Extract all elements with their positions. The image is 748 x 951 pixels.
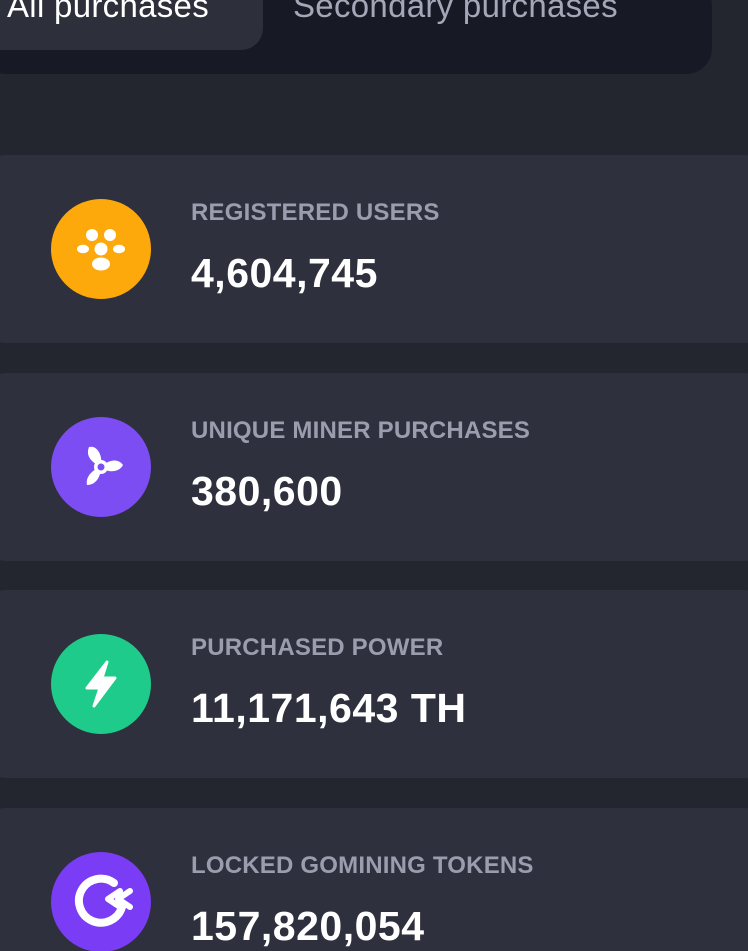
stat-label: PURCHASED POWER <box>191 634 444 661</box>
stat-value: 4,604,745 <box>191 250 378 296</box>
stat-value: 11,171,643 TH <box>191 685 467 731</box>
stat-value: 157,820,054 <box>191 903 425 949</box>
lightning-icon <box>51 634 151 734</box>
users-icon <box>51 199 151 299</box>
tab-secondary-purchases[interactable]: Secondary purchases <box>293 0 618 50</box>
tab-secondary-purchases-label: Secondary purchases <box>293 0 618 24</box>
purchases-tabbar: All purchases Secondary purchases <box>0 0 712 74</box>
tab-all-purchases-label: All purchases <box>7 0 209 24</box>
stats-page: All purchases Secondary purchases REGIST… <box>0 0 748 951</box>
stat-card-purchased-power: PURCHASED POWER 11,171,643 TH <box>0 590 748 778</box>
stat-value: 380,600 <box>191 468 343 514</box>
stat-label: REGISTERED USERS <box>191 199 440 226</box>
stat-label: LOCKED GOMINING TOKENS <box>191 852 534 879</box>
stat-label: UNIQUE MINER PURCHASES <box>191 417 531 444</box>
fan-icon <box>51 417 151 517</box>
gomining-logo-icon <box>51 852 151 951</box>
stat-card-locked-gomining-tokens: LOCKED GOMINING TOKENS 157,820,054 <box>0 808 748 951</box>
tab-all-purchases[interactable]: All purchases <box>0 0 263 50</box>
stat-card-registered-users: REGISTERED USERS 4,604,745 <box>0 155 748 343</box>
stat-card-unique-miner-purchases: UNIQUE MINER PURCHASES 380,600 <box>0 373 748 561</box>
